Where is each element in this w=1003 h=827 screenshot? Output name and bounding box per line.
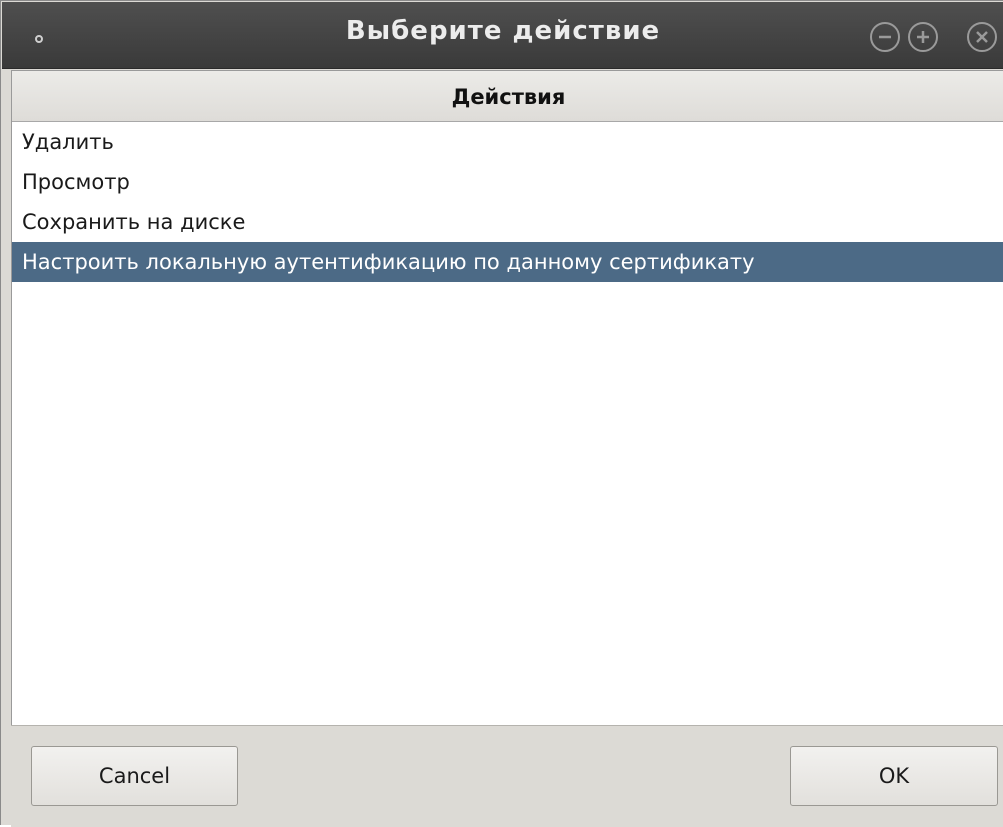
maximize-icon[interactable]	[908, 22, 938, 52]
ok-button[interactable]: OK	[790, 746, 998, 806]
actions-list: Удалить Просмотр Сохранить на диске Наст…	[12, 122, 1003, 282]
close-icon[interactable]	[967, 22, 997, 52]
list-item-delete[interactable]: Удалить	[12, 122, 1003, 162]
button-bar: Cancel OK	[11, 725, 1003, 827]
cancel-button[interactable]: Cancel	[31, 746, 238, 806]
list-item-setup-local-auth[interactable]: Настроить локальную аутентификацию по да…	[12, 242, 1003, 282]
column-header-actions[interactable]: Действия	[12, 71, 1003, 122]
actions-list-view[interactable]: Действия Удалить Просмотр Сохранить на д…	[11, 70, 1003, 725]
window-title: Выберите действие	[345, 16, 661, 46]
title-bar[interactable]: Выберите действие	[2, 2, 1003, 69]
list-item-view[interactable]: Просмотр	[12, 162, 1003, 202]
list-item-save-to-disk[interactable]: Сохранить на диске	[12, 202, 1003, 242]
minimize-icon[interactable]	[870, 22, 900, 52]
dialog-window: Выберите действие Действия Удалить Просм…	[0, 0, 1003, 827]
